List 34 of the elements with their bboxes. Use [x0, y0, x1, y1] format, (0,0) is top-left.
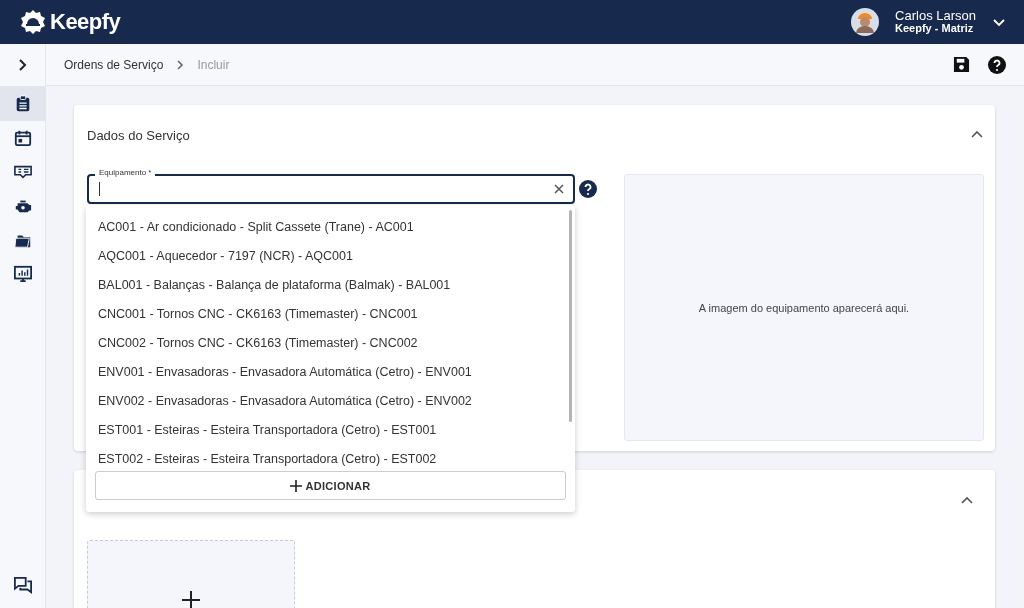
- dropdown-option[interactable]: ENV002 - Envasadoras - Envasadora Automática (Cetro) - ENV002: [86, 386, 472, 415]
- placeholder-text: A imagem do equipamento aparecerá aqui.: [698, 301, 910, 314]
- breadcrumb-link[interactable]: Ordens de Serviço: [64, 57, 164, 72]
- nav-item[interactable]: [0, 87, 45, 121]
- dropdown-option[interactable]: AQC001 - Aquecedor - 7197 (NCR) - AQC001: [86, 241, 353, 270]
- company-name: Keepfy - Matriz: [895, 22, 975, 35]
- help-icon[interactable]: [579, 180, 597, 198]
- clear-icon[interactable]: [553, 183, 565, 195]
- dropdown-option[interactable]: EST002 - Esteiras - Esteira Transportadora (Cetro) - EST002: [86, 444, 437, 467]
- user-name: Carlos Larson: [895, 9, 976, 22]
- dropdown-option[interactable]: BAL001 - Balanças - Balança de plataforma (Balmak) - BAL001: [86, 270, 451, 299]
- monitor-icon: [13, 265, 32, 283]
- help-icon[interactable]: [988, 55, 1006, 74]
- dropdown-option[interactable]: ENV001 - Envasadoras - Envasadora Automática (Cetro) - ENV001: [86, 357, 472, 386]
- dropdown-option[interactable]: CNC001 - Tornos CNC - CK6163 (Timemaster) - CNC001: [86, 299, 418, 328]
- dropdown-option[interactable]: CNC002 - Tornos CNC - CK6163 (Timemaster) - CNC002: [86, 328, 418, 357]
- plus-icon: [290, 479, 303, 492]
- breadcrumb-current: Incluir: [197, 57, 230, 72]
- logo-icon: [20, 9, 46, 35]
- field-label: Equipamento *: [95, 168, 156, 177]
- expand-icon[interactable]: [16, 59, 29, 71]
- chevron-icon: [175, 59, 186, 70]
- avatar-icon: [851, 8, 880, 36]
- plus-icon: [182, 591, 200, 608]
- add-button[interactable]: ADICIONAR: [95, 471, 566, 500]
- dropdown-option[interactable]: EST001 - Esteiras - Esteira Transportadora (Cetro) - EST001: [86, 415, 437, 444]
- save-icon[interactable]: [953, 56, 970, 73]
- section-title: Dados do Serviço: [87, 127, 190, 143]
- ticket-icon: [13, 163, 32, 181]
- chat-icon[interactable]: [13, 576, 32, 594]
- calendar-icon: [13, 129, 32, 147]
- dropdown-option[interactable]: AC001 - Ar condicionado - Split Cassete (Trane) - AC001: [86, 212, 414, 241]
- scrollbar[interactable]: [569, 210, 572, 422]
- app-logo: Keepfy: [50, 9, 121, 35]
